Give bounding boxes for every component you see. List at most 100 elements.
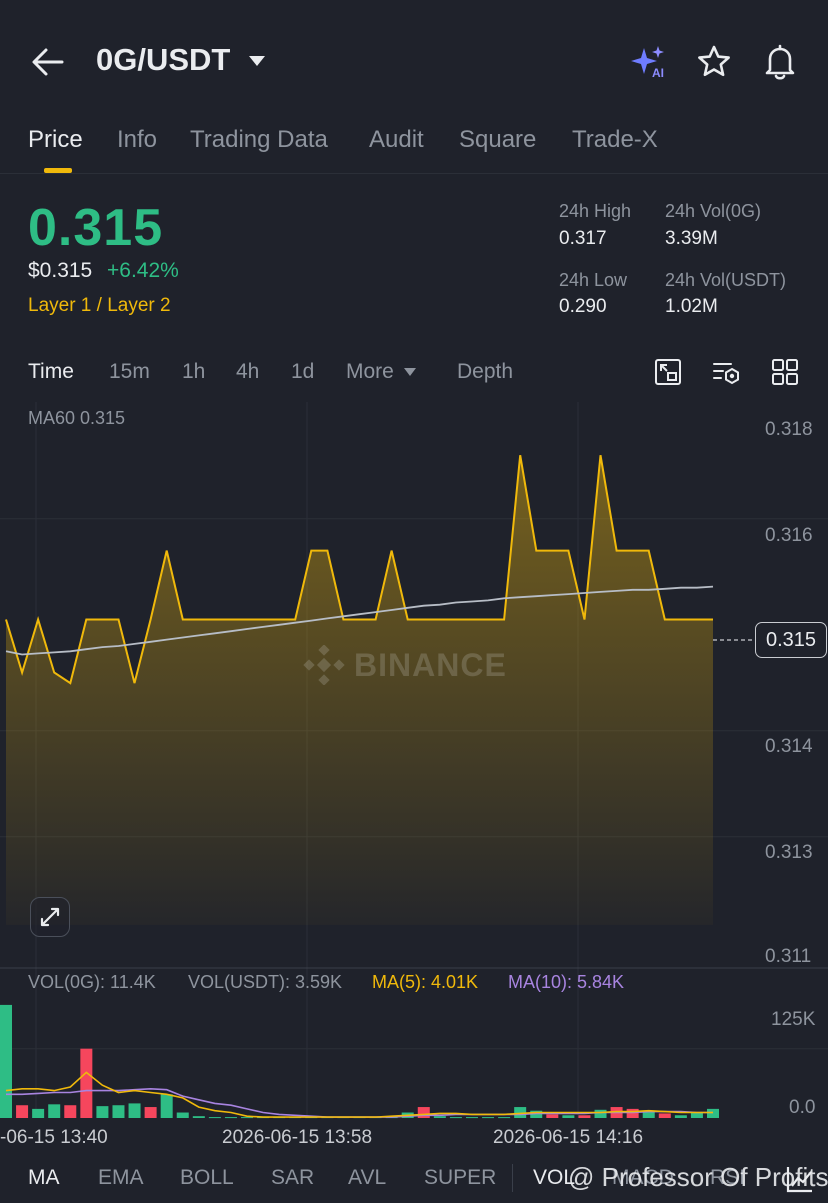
volume-bar	[0, 1004, 12, 1118]
y-tick-label: 0.314	[765, 736, 813, 757]
volume-bar	[674, 1115, 687, 1118]
volume-bar	[658, 1113, 671, 1118]
interval-4h[interactable]: 4h	[236, 360, 259, 384]
volume-bar	[241, 1117, 254, 1119]
last-price: 0.315	[28, 199, 164, 257]
tab-square[interactable]: Square	[459, 126, 536, 154]
interval-1d[interactable]: 1d	[291, 360, 314, 384]
volume-bar	[112, 1105, 125, 1118]
stat-24h-low-label: 24h Low	[559, 270, 628, 290]
volume-bar	[208, 1117, 221, 1119]
volume-bar	[465, 1117, 478, 1119]
volume-bar	[498, 1117, 511, 1119]
price-series	[5, 455, 755, 925]
stat-24h-low-value: 0.290	[559, 296, 607, 317]
interval-1h[interactable]: 1h	[182, 360, 205, 384]
tab-price[interactable]: Price	[28, 126, 83, 154]
tab-trade-x[interactable]: Trade-X	[572, 126, 658, 154]
tab-trading-data[interactable]: Trading Data	[190, 126, 328, 154]
stat-24h-vol-base-label: 24h Vol(0G)	[665, 201, 762, 221]
watermark-text: BINANCE	[354, 647, 507, 683]
volume-bar	[32, 1108, 45, 1118]
usd-price: $0.315	[28, 259, 93, 282]
volume-bar	[64, 1105, 77, 1118]
volume-bar	[626, 1108, 639, 1118]
volume-bar	[707, 1108, 719, 1118]
price-change-percent: +6.42%	[107, 259, 179, 282]
vol-base-legend: VOL(0G): 11.4K	[28, 972, 156, 992]
stat-24h-high-label: 24h High	[559, 201, 632, 221]
y-tick-label: 0.318	[765, 419, 813, 440]
x-tick-label: -06-15 13:40	[0, 1127, 108, 1148]
indicator-sar[interactable]: SAR	[271, 1166, 314, 1190]
x-tick-label: 2026-06-15 14:16	[493, 1127, 644, 1148]
ai-badge: AI	[652, 66, 664, 80]
indicator-super[interactable]: SUPER	[424, 1166, 496, 1190]
interval-15m[interactable]: 15m	[109, 360, 150, 384]
volume-bar	[128, 1103, 141, 1118]
volume-bar	[48, 1104, 61, 1118]
ai-sparkle-icon[interactable]: AI	[628, 44, 670, 80]
star-icon[interactable]	[696, 44, 732, 80]
back-arrow-icon[interactable]	[30, 44, 66, 80]
vol-y-tick-label: 0.0	[789, 1097, 816, 1118]
expand-arrows-icon	[40, 907, 60, 927]
tab-bar: Price Info Trading Data Audit Square Tra…	[0, 116, 828, 174]
volume-bar	[16, 1105, 29, 1118]
volume-bar	[96, 1106, 109, 1118]
indicator-divider	[512, 1164, 513, 1192]
caret-down-icon[interactable]	[248, 55, 266, 67]
expand-chart-button[interactable]	[30, 897, 70, 937]
ma10-legend: MA(10): 5.84K	[508, 972, 625, 992]
binance-watermark: BINANCE	[302, 644, 532, 686]
ma60-legend: MA60 0.315	[28, 408, 126, 428]
volume-bar	[433, 1116, 446, 1118]
indicator-ma[interactable]: MA	[28, 1166, 60, 1190]
volume-bar	[176, 1112, 189, 1118]
indicator-boll[interactable]: BOLL	[180, 1166, 234, 1190]
volume-bar	[160, 1094, 173, 1118]
category-tag[interactable]: Layer 1 / Layer 2	[28, 295, 171, 317]
indicator-settings-icon[interactable]	[711, 357, 741, 387]
indicator-ema[interactable]: EMA	[98, 1166, 144, 1190]
indicator-avl[interactable]: AVL	[348, 1166, 386, 1190]
fullscreen-icon[interactable]	[653, 357, 683, 387]
binance-logo-icon	[303, 644, 345, 686]
volume-bar	[482, 1117, 495, 1119]
volume-bar	[80, 1048, 93, 1118]
x-tick-label: 2026-06-15 13:58	[222, 1127, 373, 1148]
pair-title[interactable]: 0G/USDT	[96, 42, 230, 78]
volume-bar	[144, 1107, 157, 1118]
price-chart[interactable]	[0, 400, 828, 1150]
stat-24h-high-value: 0.317	[559, 228, 607, 249]
volume-bars	[0, 1004, 719, 1119]
depth-tab[interactable]: Depth	[457, 360, 513, 384]
interval-time[interactable]: Time	[28, 360, 74, 384]
volume-bar	[449, 1117, 462, 1119]
volume-bar	[546, 1114, 559, 1118]
volume-bar	[224, 1117, 237, 1119]
volume-bar	[192, 1116, 205, 1118]
tab-info[interactable]: Info	[117, 126, 157, 154]
tab-audit[interactable]: Audit	[369, 126, 424, 154]
ma5-legend: MA(5): 4.01K	[372, 972, 479, 992]
volume-bar	[417, 1107, 430, 1118]
more-caret-icon	[404, 368, 416, 376]
stat-24h-vol-quote-value: 1.02M	[665, 296, 718, 317]
bell-icon[interactable]	[762, 43, 798, 81]
y-tick-label: 0.311	[765, 946, 812, 967]
y-tick-label: 0.316	[765, 525, 813, 546]
chart-settings-icon[interactable]	[785, 1164, 815, 1194]
volume-bar	[562, 1115, 575, 1118]
vol-quote-legend: VOL(USDT): 3.59K	[188, 972, 343, 992]
y-tick-label: 0.313	[765, 842, 813, 863]
active-tab-indicator	[44, 168, 72, 173]
volume-bar	[690, 1112, 703, 1118]
stat-24h-vol-quote-label: 24h Vol(USDT)	[665, 270, 787, 290]
vol-y-tick-label: 125K	[771, 1009, 816, 1030]
volume-bar	[594, 1109, 607, 1118]
grid-layout-icon[interactable]	[770, 357, 800, 387]
interval-more[interactable]: More	[346, 360, 394, 384]
volume-bar	[578, 1115, 591, 1118]
price-area-fill	[6, 455, 713, 925]
